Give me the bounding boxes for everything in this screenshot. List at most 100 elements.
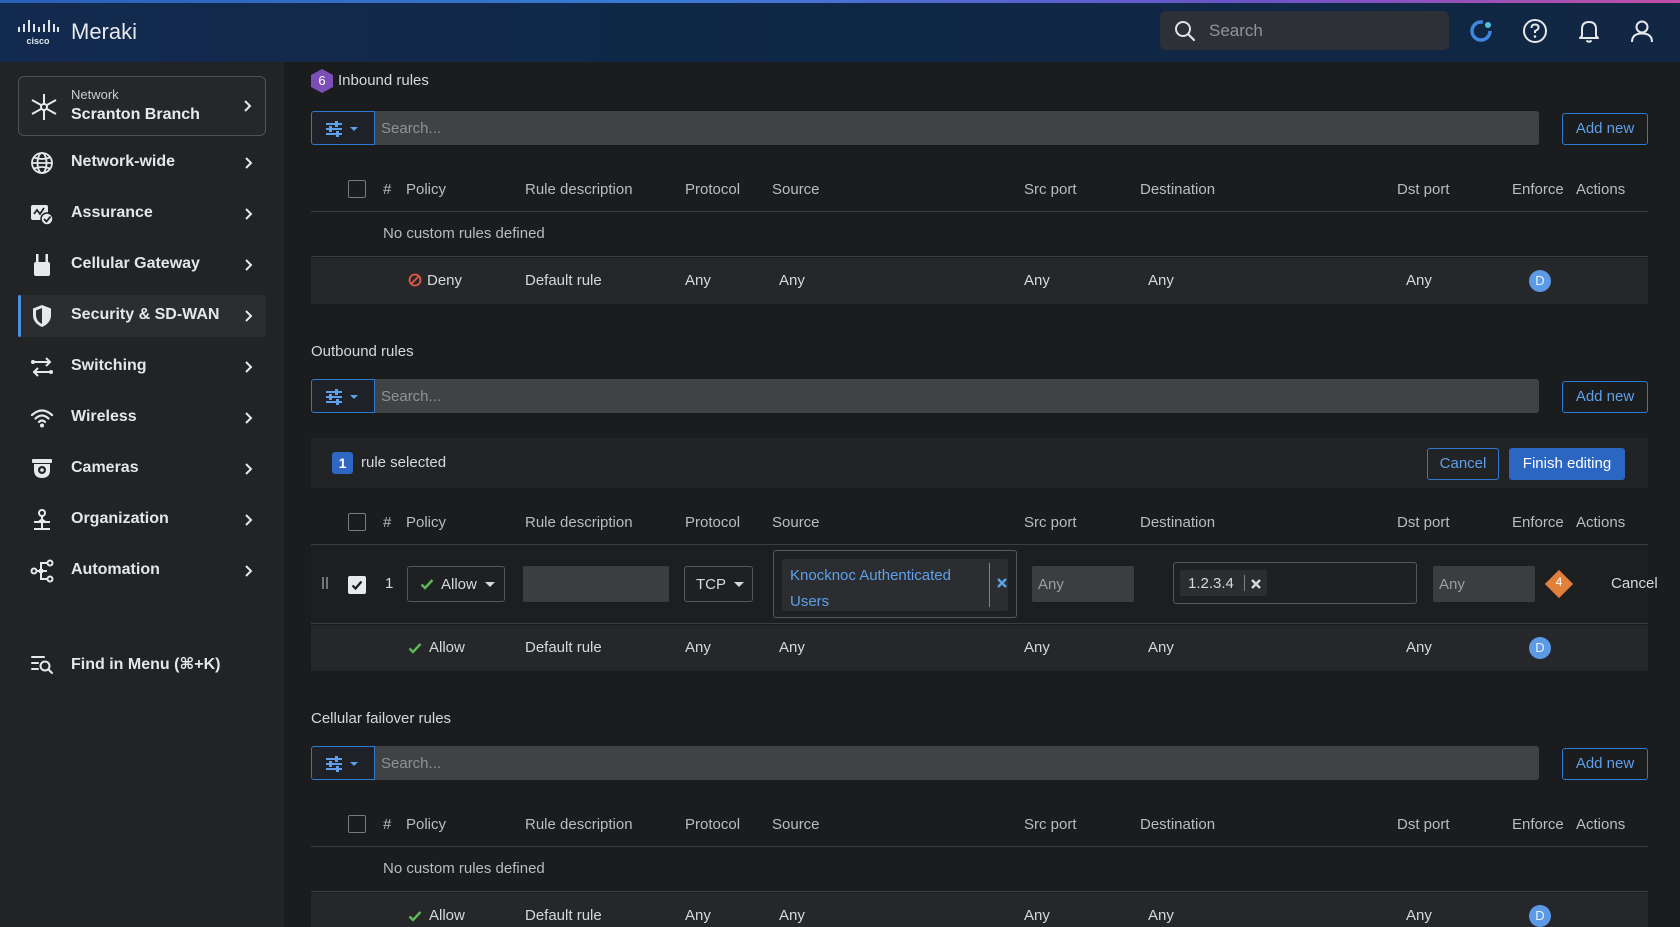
nav-automation[interactable]: Automation	[18, 550, 266, 592]
rules-search-input[interactable]	[375, 379, 1539, 413]
select-all-checkbox[interactable]	[348, 180, 366, 198]
table-header: # Policy Rule description Protocol Sourc…	[311, 803, 1648, 847]
assurance-icon	[30, 202, 54, 226]
table-header: # Policy Rule description Protocol Sourc…	[311, 168, 1648, 212]
network-selector[interactable]: Network Scranton Branch	[18, 76, 266, 136]
network-name: Scranton Branch	[71, 106, 200, 123]
enforce-badge: D	[1529, 905, 1551, 927]
destination-tag: 1.2.3.4	[1180, 570, 1267, 596]
global-search[interactable]: Search	[1160, 11, 1449, 50]
search-icon	[1174, 20, 1196, 46]
nav-switching[interactable]: Switching	[18, 346, 266, 388]
col-source: Source	[772, 514, 820, 531]
cellular-gateway-icon	[30, 253, 54, 277]
nav-label: Wireless	[71, 408, 137, 425]
destination-value: 1.2.3.4	[1188, 575, 1234, 592]
cellular-failover-title: Cellular failover rules	[311, 710, 452, 727]
inbound-rules-title: 6 Inbound rules	[311, 69, 429, 93]
nav-label: Cellular Gateway	[71, 255, 200, 272]
rules-search-input[interactable]	[375, 111, 1539, 145]
find-in-menu[interactable]: Find in Menu (⌘+K)	[18, 643, 266, 685]
nav-label: Organization	[71, 510, 169, 527]
enforce-badge: D	[1529, 637, 1551, 659]
sliders-icon	[326, 756, 358, 772]
cancel-button[interactable]: Cancel	[1427, 448, 1499, 480]
chevron-right-icon	[244, 564, 254, 582]
select-all-checkbox[interactable]	[348, 513, 366, 531]
select-all-checkbox[interactable]	[348, 815, 366, 833]
nav-cameras[interactable]: Cameras	[18, 448, 266, 490]
col-description: Rule description	[525, 816, 633, 833]
src-port-input[interactable]: Any	[1032, 566, 1134, 602]
wifi-icon	[30, 406, 54, 430]
search-placeholder: Search	[1209, 21, 1263, 40]
row-checkbox[interactable]	[348, 576, 366, 594]
col-protocol: Protocol	[685, 514, 741, 531]
organization-icon	[30, 508, 54, 532]
default-rule-row: Allow Default rule Any Any Any Any Any D	[311, 625, 1648, 671]
check-icon	[408, 641, 422, 658]
editing-rule-row: 1 Allow TCP Knocknoc Authenticated Users…	[311, 546, 1658, 624]
protocol-value: Any	[685, 272, 711, 289]
add-new-button[interactable]: Add new	[1562, 748, 1648, 780]
destination-value: Any	[1148, 907, 1174, 924]
tag-divider	[1244, 575, 1245, 591]
rule-count-badge: 6	[311, 69, 333, 93]
remove-tag-icon[interactable]	[1250, 577, 1262, 594]
source-select[interactable]: Knocknoc Authenticated Users	[773, 550, 1017, 618]
menu-search-icon	[30, 652, 54, 676]
col-actions: Actions	[1576, 514, 1626, 531]
filter-button[interactable]	[311, 379, 375, 413]
filter-button[interactable]	[311, 111, 375, 145]
policy-dropdown[interactable]: Allow	[407, 566, 505, 602]
source-value: Any	[779, 272, 805, 289]
bell-icon[interactable]	[1575, 17, 1603, 45]
check-icon	[408, 909, 422, 926]
dst-port-input[interactable]: Any	[1433, 566, 1535, 602]
nav-network-wide[interactable]: Network-wide	[18, 142, 266, 184]
nav-security-sd-wan[interactable]: Security & SD-WAN	[18, 295, 266, 337]
rule-description-input[interactable]	[523, 566, 669, 602]
nav-assurance[interactable]: Assurance	[18, 193, 266, 235]
nav-wireless[interactable]: Wireless	[18, 397, 266, 439]
user-icon[interactable]	[1628, 17, 1656, 45]
check-icon	[420, 577, 434, 594]
protocol-dropdown[interactable]: TCP	[684, 566, 753, 602]
chevron-right-icon	[244, 258, 254, 276]
source-value: Knocknoc Authenticated Users	[790, 567, 951, 610]
destination-select[interactable]: 1.2.3.4	[1173, 562, 1417, 604]
col-enforce: Enforce	[1512, 816, 1564, 833]
add-new-button[interactable]: Add new	[1562, 381, 1648, 413]
source-value: Any	[779, 639, 805, 656]
cisco-logo[interactable]: cisco	[17, 18, 59, 46]
source-value: Any	[779, 907, 805, 924]
help-icon[interactable]	[1521, 17, 1549, 45]
destination-value: Any	[1148, 639, 1174, 656]
finish-editing-button[interactable]: Finish editing	[1509, 448, 1625, 480]
col-policy: Policy	[406, 514, 447, 531]
nav-organization[interactable]: Organization	[18, 499, 266, 541]
outbound-rules-title: Outbound rules	[311, 343, 414, 360]
col-protocol: Protocol	[685, 816, 741, 833]
remove-tag-icon[interactable]	[996, 576, 1008, 593]
chevron-right-icon	[244, 156, 254, 174]
caret-down-icon	[485, 582, 495, 587]
policy-value: Deny	[427, 272, 463, 289]
chevron-right-icon	[244, 309, 254, 327]
drag-handle-icon[interactable]	[321, 576, 329, 594]
filter-button[interactable]	[311, 746, 375, 780]
status-icon[interactable]	[1468, 17, 1496, 45]
rules-search-input[interactable]	[375, 746, 1539, 780]
nav-cellular-gateway[interactable]: Cellular Gateway	[18, 244, 266, 286]
row-cancel-link[interactable]: Cancel	[1611, 575, 1658, 592]
col-source: Source	[772, 816, 820, 833]
nav-label: Cameras	[71, 459, 139, 476]
empty-rules-row: No custom rules defined	[311, 848, 1648, 892]
add-new-button[interactable]: Add new	[1562, 113, 1648, 145]
col-destination: Destination	[1140, 816, 1216, 833]
dst-port-value: Any	[1406, 907, 1432, 924]
main-content: 6 Inbound rules Add new # Policy Rule des…	[284, 62, 1680, 927]
cellular-filter-row: Add new	[311, 746, 1648, 780]
policy-value: Allow	[429, 907, 465, 924]
destination-value: Any	[1148, 272, 1174, 289]
